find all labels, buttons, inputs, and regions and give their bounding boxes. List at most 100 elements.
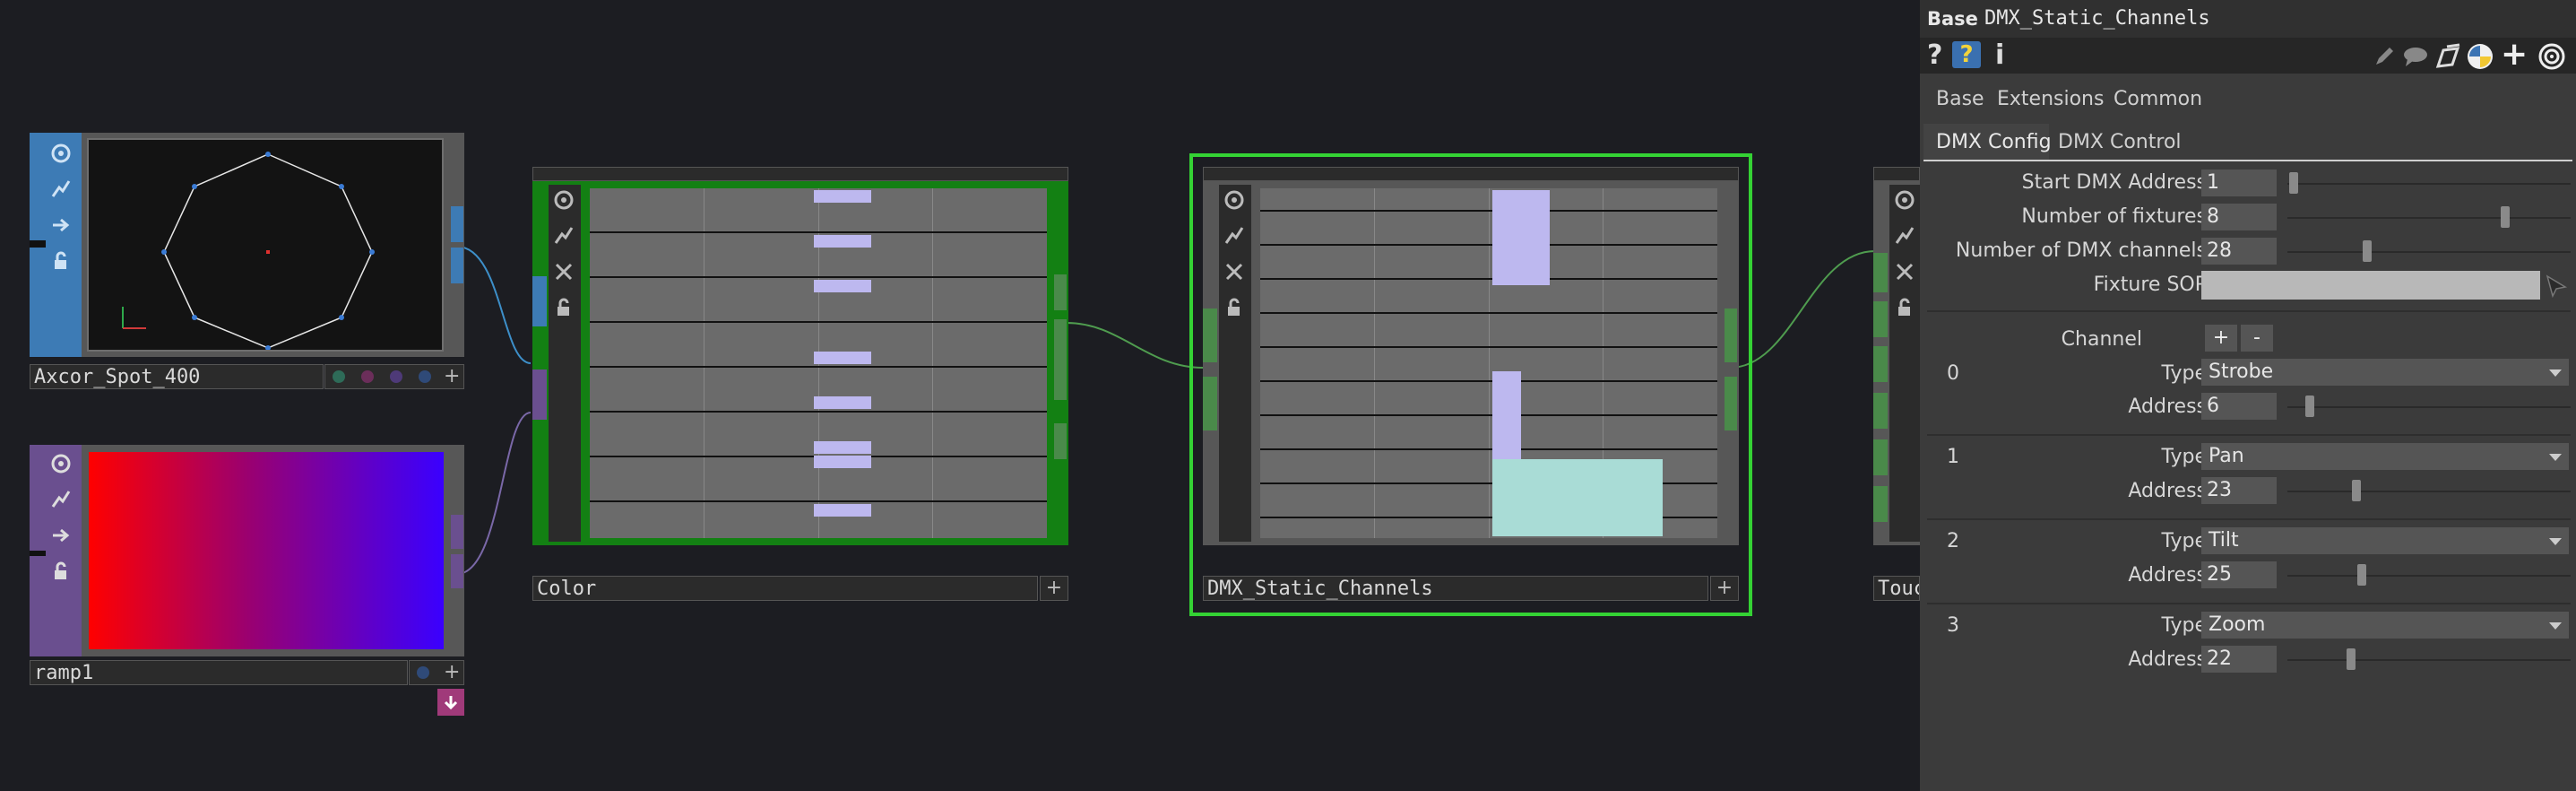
drag-pointer-icon[interactable] [2544,273,2569,298]
channel-address-slider[interactable] [2287,406,2571,408]
lock-icon[interactable] [1219,292,1249,323]
channel-address-knob[interactable] [2357,564,2366,586]
sop-viewer[interactable] [87,138,444,352]
input-connector-2[interactable] [1873,301,1888,337]
channels-field[interactable]: 28 [2201,238,2277,265]
output-connector[interactable] [451,515,463,549]
fixture-sop-field[interactable] [2201,271,2540,300]
input-connector[interactable] [1203,309,1217,362]
channel-type-select[interactable]: Tilt [2201,527,2569,554]
channels-knob[interactable] [2363,240,2372,262]
add-icon[interactable]: + [2501,36,2528,73]
viewer-active-icon[interactable] [1219,185,1249,215]
viewer-active-icon[interactable] [549,185,579,215]
node-color[interactable] [532,167,1068,558]
output-connector-2[interactable] [451,248,463,283]
tab-dmx-config[interactable]: DMX Config [1936,131,2052,153]
clone-icon[interactable] [2434,43,2461,70]
fixtures-slider[interactable] [2287,217,2571,219]
add-channel-button[interactable]: + [2205,325,2237,352]
output-connector-2[interactable] [1725,377,1737,430]
start-address-slider[interactable] [2287,183,2571,185]
export-icon[interactable] [46,210,76,240]
channel-address-field[interactable]: 25 [2201,561,2277,588]
cook-icon[interactable] [46,174,76,204]
channel-address-field[interactable]: 6 [2201,393,2277,420]
viewer-active-icon[interactable] [1889,185,1920,215]
cook-icon[interactable] [549,221,579,251]
input-connector[interactable] [1873,253,1888,292]
channel-address-field[interactable]: 23 [2201,477,2277,504]
chop-viewer[interactable] [1260,188,1717,538]
fixtures-field[interactable]: 8 [2201,204,2277,230]
channel-address-knob[interactable] [2352,480,2361,501]
python-icon[interactable] [2467,43,2494,70]
viewer-toggle-icon[interactable]: + [1710,576,1739,601]
cook-icon[interactable] [1219,221,1249,251]
output-connector-2[interactable] [1054,319,1067,400]
channel-address-knob[interactable] [2305,396,2314,417]
input-connector-4[interactable] [1873,393,1888,429]
channel-address-field[interactable]: 22 [2201,646,2277,673]
op-name-label[interactable]: DMX_Static_Channels [1984,7,2210,30]
node-ramp[interactable] [30,445,464,656]
node-label-dmx[interactable]: DMX_Static_Channels [1203,576,1708,601]
output-connector[interactable] [1054,274,1067,310]
comment-icon[interactable] [2402,45,2429,68]
input-connector[interactable] [532,276,547,326]
node-touch[interactable] [1873,167,1920,558]
input-connector-2[interactable] [532,369,547,420]
cook-icon[interactable] [46,484,76,515]
output-connector[interactable] [1725,309,1737,362]
channel-address-slider[interactable] [2287,659,2571,661]
channel-address-knob[interactable] [2347,648,2356,670]
output-connector[interactable] [451,206,463,242]
input-connector-6[interactable] [1873,486,1888,522]
python-help-icon[interactable]: ? [1952,41,1981,68]
tab-common[interactable]: Common [2114,88,2202,110]
cook-icon[interactable] [1889,221,1920,251]
input-connector[interactable] [30,551,46,556]
target-icon[interactable] [2538,43,2565,70]
bypass-icon[interactable] [1889,256,1920,287]
channels-slider[interactable] [2287,251,2571,253]
input-connector-3[interactable] [1873,346,1888,382]
node-label-color[interactable]: Color [532,576,1038,601]
chop-viewer[interactable] [590,188,1047,538]
channel-type-select[interactable]: Pan [2201,443,2569,470]
edit-icon[interactable] [2373,45,2396,68]
lock-icon[interactable] [1889,292,1920,323]
info-icon[interactable]: i [1995,39,2004,71]
start-address-field[interactable]: 1 [2201,170,2277,196]
channel-address-slider[interactable] [2287,491,2571,492]
node-label-axcor[interactable]: Axcor_Spot_400 [30,364,324,389]
flag-dot-blue[interactable] [417,666,429,679]
node-label-touch[interactable]: Touc [1873,576,1920,601]
lock-icon[interactable] [46,556,76,587]
node-dmx[interactable] [1203,167,1739,558]
tab-extensions[interactable]: Extensions [1997,88,2104,110]
remove-channel-button[interactable]: - [2241,325,2273,352]
start-address-knob[interactable] [2289,172,2298,194]
tab-base[interactable]: Base [1936,88,1984,110]
flag-dot-pink[interactable] [361,370,374,383]
lock-icon[interactable] [549,292,579,323]
input-connector[interactable] [30,240,46,248]
export-icon[interactable] [46,520,76,551]
output-connector-2[interactable] [451,554,463,588]
viewer-toggle-icon[interactable]: + [1040,576,1068,601]
bypass-icon[interactable] [549,256,579,287]
lock-icon[interactable] [46,246,76,276]
help-icon[interactable]: ? [1927,39,1942,71]
viewer-toggle-icon[interactable]: + [444,662,460,683]
input-connector-2[interactable] [1203,377,1217,430]
node-axcor[interactable] [30,133,464,357]
fixtures-knob[interactable] [2501,206,2510,228]
channel-type-select[interactable]: Zoom [2201,612,2569,639]
bypass-icon[interactable] [1219,256,1249,287]
flag-dot-green[interactable] [333,370,345,383]
flag-dot-blue[interactable] [419,370,431,383]
output-connector-3[interactable] [1054,423,1067,459]
flag-dot-purple[interactable] [390,370,402,383]
input-connector-5[interactable] [1873,439,1888,475]
